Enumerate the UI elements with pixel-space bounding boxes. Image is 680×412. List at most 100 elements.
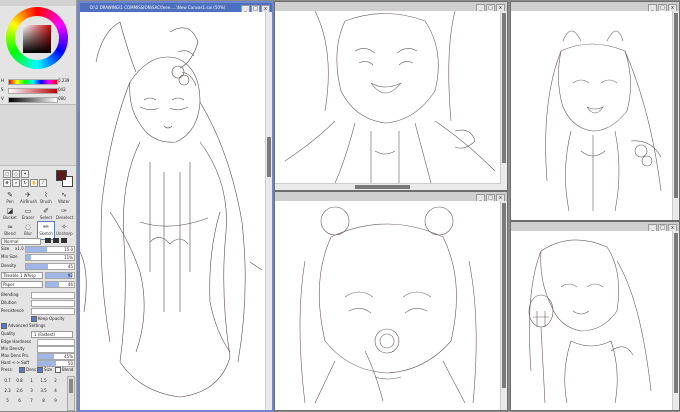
paper-select[interactable]: Paper [1,281,43,288]
press-size-checkbox[interactable] [37,367,43,373]
edge-hardness-row[interactable]: Edge Hardness [1,338,75,346]
max-dens-prs-row[interactable]: Max Dens Prs. 45% [1,352,75,360]
select-tool-icon[interactable]: □ [3,170,11,178]
size-preset[interactable]: 8 [38,397,49,405]
size-preset[interactable]: 3.5 [38,387,49,395]
advanced-settings-checkbox[interactable] [1,323,7,329]
size-preset[interactable]: 2.6 [14,387,25,395]
size-slider[interactable]: 15.0 [25,246,75,253]
close-button[interactable]: x [496,4,505,11]
size-preset[interactable]: 0.8 [14,377,25,385]
saturation-value-square[interactable] [23,25,51,53]
minimize-button[interactable]: _ [648,4,657,11]
canvas-window-3[interactable]: _ □ x [510,1,680,221]
canvas-window-5[interactable]: _ □ x [510,221,680,411]
press-blend-checkbox[interactable] [55,367,61,373]
size-row[interactable]: Size x1.0 15.0 [1,245,75,253]
size-preset[interactable]: 1.5 [38,377,49,385]
quality-row[interactable]: Quality 1 (Fastest) [1,330,74,338]
close-button[interactable]: x [496,194,505,201]
size-preset[interactable]: 5 [2,397,13,405]
value-slider[interactable] [8,97,58,103]
density-slider[interactable]: 45 [25,263,75,270]
vertical-scrollbar[interactable] [672,231,679,410]
quality-select[interactable]: 1 (Fastest) [31,331,73,338]
maximize-button[interactable]: □ [486,4,495,11]
zoom-icon[interactable]: ⌕ [12,179,20,187]
blend-mode-row[interactable]: Normal [1,237,74,245]
window-title-bar[interactable]: _ □ x [275,2,507,11]
size-preset[interactable]: 9 [50,397,61,405]
maximize-button[interactable]: □ [658,224,667,231]
hard-soft-row[interactable]: Hard <-> Soft 50 [1,359,75,367]
close-button[interactable]: x [668,4,677,11]
canvas-window-2[interactable]: _ □ x [274,1,508,191]
persistence-slider[interactable] [31,308,75,315]
dilution-slider[interactable] [31,300,75,307]
vertical-scrollbar[interactable] [672,11,679,220]
blending-slider[interactable] [31,292,75,299]
rotate-icon[interactable]: ↻ [21,179,29,187]
size-preset[interactable]: 7 [26,397,37,405]
min-size-row[interactable]: Min Size 11% [1,253,75,261]
vertical-scrollbar[interactable] [500,11,507,190]
presets-scrollbar[interactable] [67,376,75,411]
minimize-button[interactable]: _ [476,4,485,11]
size-preset[interactable]: 2 [50,377,61,385]
hue-slider[interactable] [8,79,58,85]
canvas-window-4[interactable]: _ □ x [274,191,508,411]
texture-strength-slider[interactable]: 92 [45,272,75,279]
blending-row[interactable]: Blending [1,291,75,299]
press-dens-checkbox[interactable] [19,367,25,373]
magic-wand-icon[interactable]: ✦ [21,170,29,178]
vertical-scrollbar[interactable] [265,12,272,410]
size-preset[interactable]: 2.3 [2,387,13,395]
horizontal-scrollbar[interactable] [275,183,501,190]
hand-icon[interactable]: ✋ [30,179,38,187]
close-button[interactable]: x [668,224,677,231]
min-size-slider[interactable]: 11% [25,254,75,261]
maximize-button[interactable]: □ [658,4,667,11]
edge-hardness-label: Edge Hardness [1,339,32,344]
lasso-icon[interactable]: ○ [12,170,20,178]
advanced-settings-row[interactable]: Advanced Settings [1,322,74,329]
move-icon[interactable]: ✥ [3,179,11,187]
window-title-bar[interactable]: _ □ x [275,192,507,201]
saturation-slider[interactable] [8,88,58,94]
eyedropper-icon[interactable]: ⁄ [39,179,47,187]
persistence-row[interactable]: Persistence [1,307,75,315]
window-title-bar[interactable]: _ □ x [511,2,679,11]
size-preset[interactable]: 1 [26,377,37,385]
canvas-window-main[interactable]: D:\2 DRAWING\1 COMMISSION\SAC\feee.....\… [78,1,274,412]
min-density-row[interactable]: Min Density [1,345,75,353]
size-preset[interactable]: 4 [50,387,61,395]
window-title-bar[interactable]: D:\2 DRAWING\1 COMMISSION\SAC\feee.....\… [80,3,272,12]
brush-shape-round-icon[interactable] [45,238,51,243]
size-preset[interactable]: 6 [14,397,25,405]
minimize-button[interactable]: _ [241,5,250,12]
press-label: Press: [1,367,13,372]
size-preset[interactable]: 0.7 [2,377,13,385]
density-row[interactable]: Density 45 [1,262,75,270]
keep-opacity-row[interactable]: Keep Opacity [1,315,74,322]
brush-shape-soft-icon[interactable] [53,238,59,243]
paper-strength-slider[interactable]: 46 [45,281,75,288]
size-preset[interactable]: 3 [26,387,37,395]
swatch-area[interactable] [0,104,76,166]
size-multiplier[interactable]: x1.0 [15,245,24,252]
close-button[interactable]: x [261,5,270,12]
texture-row[interactable]: Tileable 1 Whisp 92 [1,271,75,279]
window-title-bar[interactable]: _ □ x [511,222,679,231]
vertical-scrollbar[interactable] [500,201,507,410]
window-title: D:\2 DRAWING\1 COMMISSION\SAC\feee.....\… [90,5,226,10]
maximize-button[interactable]: □ [251,5,260,12]
color-wheel[interactable] [6,7,68,69]
blend-mode-select[interactable]: Normal [1,238,41,245]
texture-select[interactable]: Tileable 1 Whisp [1,272,43,279]
brush-shape-flat-icon[interactable] [61,238,67,243]
paper-row[interactable]: Paper 46 [1,280,75,288]
maximize-button[interactable]: □ [486,194,495,201]
minimize-button[interactable]: _ [476,194,485,201]
minimize-button[interactable]: _ [648,224,657,231]
dilution-row[interactable]: Dilution [1,299,75,307]
